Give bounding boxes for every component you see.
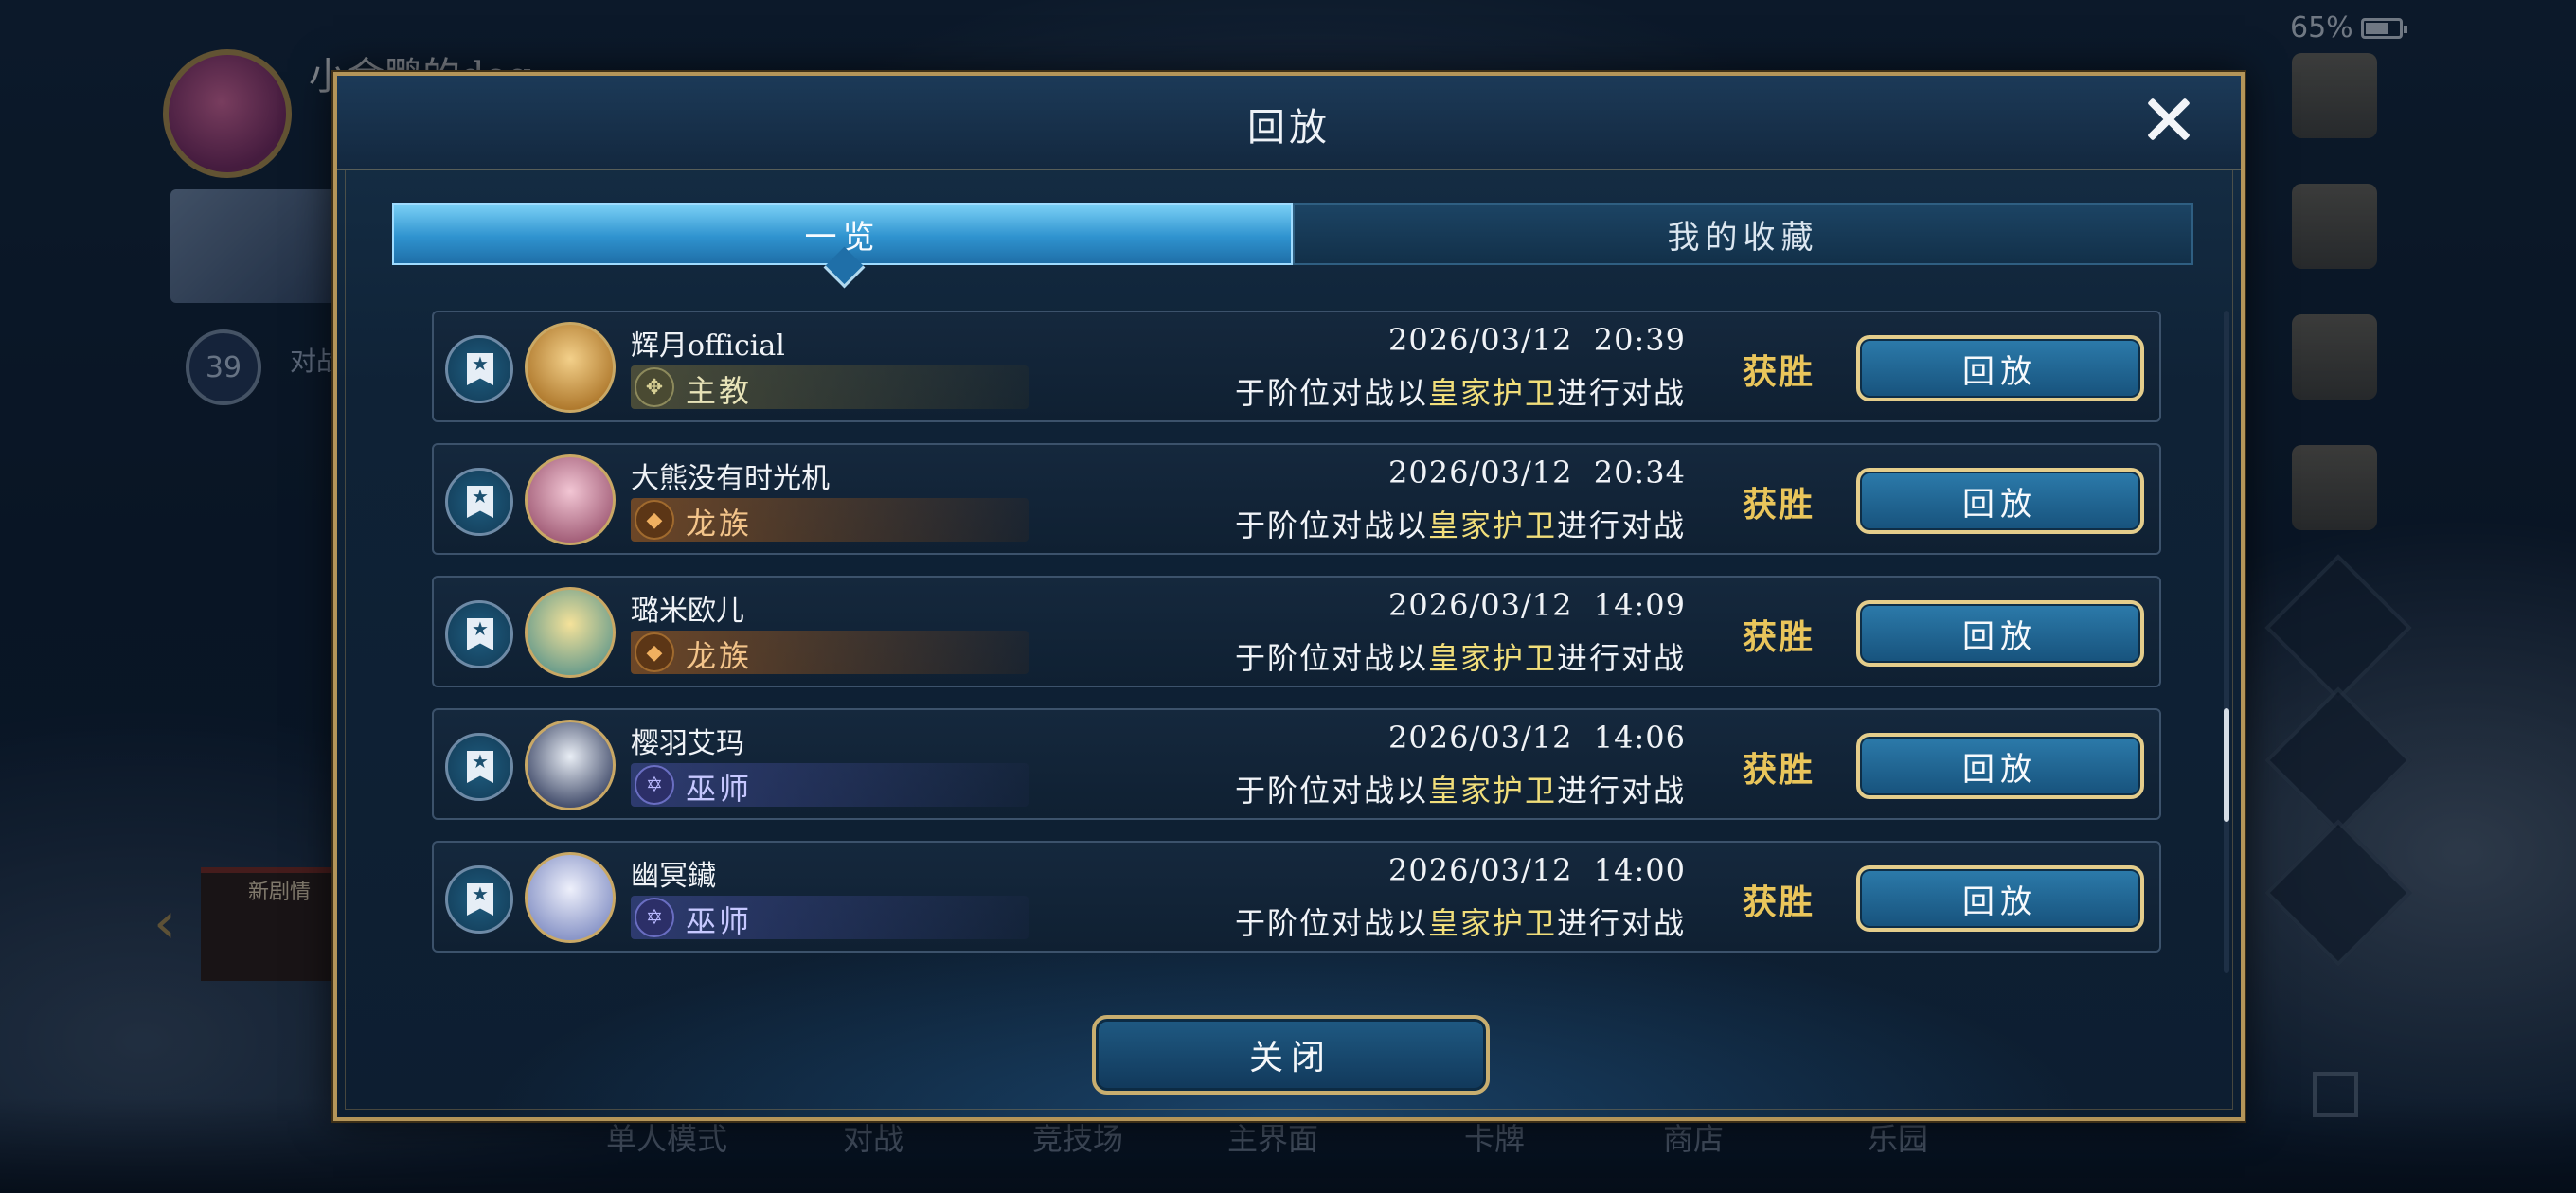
favorite-bookmark-icon[interactable] — [445, 335, 513, 403]
replay-row: 大熊没有时光机 ◆ 龙族 2026/03/12 20:34 于阶位对战以皇家护卫… — [432, 443, 2161, 555]
desc-prefix: 于阶位对战以 — [1234, 773, 1428, 809]
mage-class-icon: ✡ — [635, 898, 674, 937]
desc-prefix: 于阶位对战以 — [1234, 905, 1428, 941]
deck-class-highlight: 皇家护卫 — [1427, 375, 1557, 411]
match-datetime: 2026/03/12 14:06 — [1388, 720, 1686, 756]
desc-prefix: 于阶位对战以 — [1234, 640, 1428, 676]
scrollbar-thumb[interactable] — [2224, 708, 2229, 822]
match-result: 获胜 — [1743, 882, 1816, 922]
opponent-name: 辉月official — [631, 329, 785, 363]
opponent-avatar — [525, 720, 616, 810]
close-icon[interactable] — [2138, 89, 2199, 150]
opponent-avatar — [525, 852, 616, 943]
opponent-name: 璐米欧儿 — [631, 595, 744, 628]
class-name: 龙族 — [686, 638, 753, 674]
favorite-bookmark-icon[interactable] — [445, 600, 513, 668]
replay-button[interactable]: 回放 — [1856, 335, 2144, 401]
deck-class-highlight: 皇家护卫 — [1427, 905, 1557, 941]
opponent-avatar — [525, 454, 616, 545]
dialog-title: 回放 — [1247, 106, 1331, 150]
desc-suffix: 进行对战 — [1556, 773, 1686, 809]
replay-row: 幽冥鑶 ✡ 巫师 2026/03/12 14:00 于阶位对战以皇家护卫进行对战… — [432, 841, 2161, 953]
replay-row: 璐米欧儿 ◆ 龙族 2026/03/12 14:09 于阶位对战以皇家护卫进行对… — [432, 576, 2161, 687]
class-name: 巫师 — [686, 771, 753, 807]
dragon-class-icon: ◆ — [635, 632, 674, 672]
opponent-avatar — [525, 587, 616, 678]
match-datetime: 2026/03/12 14:09 — [1388, 587, 1686, 623]
match-description: 于阶位对战以皇家护卫进行对战 — [1235, 502, 1686, 545]
replay-list: 辉月official ✥ 主教 2026/03/12 20:39 于阶位对战以皇… — [432, 311, 2161, 973]
desc-suffix: 进行对战 — [1556, 375, 1686, 411]
mage-class-icon: ✡ — [635, 765, 674, 805]
desc-suffix: 进行对战 — [1556, 640, 1686, 676]
match-datetime: 2026/03/12 20:39 — [1388, 322, 1686, 358]
class-name: 龙族 — [686, 506, 753, 542]
replay-button[interactable]: 回放 — [1856, 600, 2144, 667]
match-result: 获胜 — [1743, 617, 1816, 657]
desc-prefix: 于阶位对战以 — [1234, 375, 1428, 411]
desc-prefix: 于阶位对战以 — [1234, 507, 1428, 543]
favorite-bookmark-icon[interactable] — [445, 865, 513, 934]
replay-row: 樱羽艾玛 ✡ 巫师 2026/03/12 14:06 于阶位对战以皇家护卫进行对… — [432, 708, 2161, 820]
replay-button[interactable]: 回放 — [1856, 865, 2144, 932]
replay-dialog: 回放 一览 我的收藏 辉月official ✥ 主教 2026/03/12 20… — [333, 72, 2245, 1121]
match-result: 获胜 — [1743, 750, 1816, 790]
opponent-name: 幽冥鑶 — [631, 860, 716, 893]
match-datetime: 2026/03/12 14:00 — [1388, 852, 1686, 888]
replay-button[interactable]: 回放 — [1856, 468, 2144, 534]
replay-button[interactable]: 回放 — [1856, 733, 2144, 799]
deck-class-highlight: 皇家护卫 — [1427, 640, 1557, 676]
deck-class-highlight: 皇家护卫 — [1427, 773, 1557, 809]
match-description: 于阶位对战以皇家护卫进行对战 — [1235, 634, 1686, 678]
dialog-header: 回放 — [337, 76, 2241, 170]
match-description: 于阶位对战以皇家护卫进行对战 — [1235, 767, 1686, 810]
close-button[interactable]: 关闭 — [1092, 1015, 1490, 1095]
match-description: 于阶位对战以皇家护卫进行对战 — [1235, 899, 1686, 943]
class-name: 巫师 — [686, 903, 753, 939]
deck-class-highlight: 皇家护卫 — [1427, 507, 1557, 543]
tab-overview[interactable]: 一览 — [392, 203, 1293, 265]
favorite-bookmark-icon[interactable] — [445, 468, 513, 536]
replay-row: 辉月official ✥ 主教 2026/03/12 20:39 于阶位对战以皇… — [432, 311, 2161, 422]
dragon-class-icon: ◆ — [635, 500, 674, 540]
desc-suffix: 进行对战 — [1556, 507, 1686, 543]
priest-class-icon: ✥ — [635, 367, 674, 407]
tab-bar: 一览 我的收藏 — [392, 203, 2193, 265]
opponent-name: 樱羽艾玛 — [631, 727, 744, 760]
match-result: 获胜 — [1743, 352, 1816, 392]
favorite-bookmark-icon[interactable] — [445, 733, 513, 801]
opponent-avatar — [525, 322, 616, 413]
match-datetime: 2026/03/12 20:34 — [1388, 454, 1686, 490]
tab-favorites[interactable]: 我的收藏 — [1293, 203, 2193, 265]
desc-suffix: 进行对战 — [1556, 905, 1686, 941]
list-scrollbar[interactable] — [2224, 311, 2229, 973]
opponent-name: 大熊没有时光机 — [631, 462, 830, 495]
match-result: 获胜 — [1743, 485, 1816, 525]
class-name: 主教 — [686, 373, 753, 409]
match-description: 于阶位对战以皇家护卫进行对战 — [1235, 369, 1686, 413]
